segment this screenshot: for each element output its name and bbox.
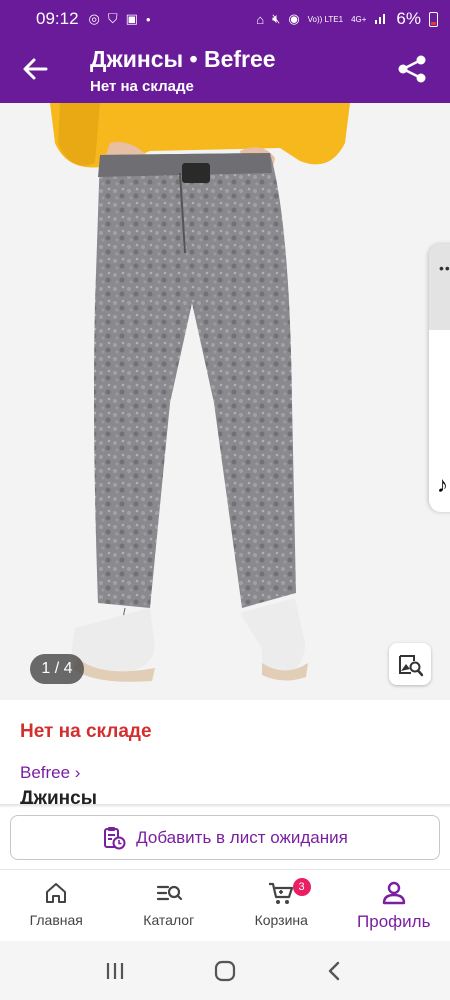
catalog-search-icon: [156, 885, 182, 901]
signal-bars-icon: [374, 11, 388, 28]
image-search-icon: [399, 655, 423, 677]
bottom-navigation: Главная Каталог 3 Корзина Профиль: [0, 869, 450, 941]
cart-count-badge: 3: [292, 878, 311, 896]
share-icon[interactable]: [396, 53, 428, 85]
action-divider: [0, 804, 450, 808]
notification-icons: ◎ ⛉ ▣ •: [89, 11, 151, 27]
home-icon: [46, 883, 67, 903]
back-arrow-icon[interactable]: [20, 54, 50, 84]
gallery-icon: ▣: [125, 11, 138, 26]
recent-apps-icon[interactable]: [103, 959, 127, 983]
system-icons: ⌂ 🔇︎ ◉ Vo)) LTE1 4G+ 6%: [256, 9, 438, 29]
product-image-gallery[interactable]: •• ♪ 1 / 4: [0, 103, 450, 700]
side-floating-panel[interactable]: •• ♪: [429, 244, 450, 512]
cart-icon: [269, 882, 294, 904]
status-time: 09:12: [36, 9, 79, 28]
nav-catalog-label: Каталог: [143, 912, 195, 928]
system-navigation-bar: [0, 941, 450, 1000]
product-screen: 09:12 ◎ ⛉ ▣ • ⌂ 🔇︎ ◉ Vo)) LTE1 4G+ 6% Дж…: [0, 0, 450, 1000]
back-button-icon[interactable]: [323, 959, 347, 983]
image-counter: 1 / 4: [30, 654, 84, 684]
shield-icon: ⛉: [107, 11, 118, 26]
music-note-icon[interactable]: ♪: [437, 472, 448, 498]
battery-saver-icon: ⌂: [256, 11, 265, 27]
page-subtitle: Нет на складе: [90, 78, 194, 95]
brand-link[interactable]: Befree ›: [20, 763, 80, 783]
status-bar: 09:12 ◎ ⛉ ▣ • ⌂ 🔇︎ ◉ Vo)) LTE1 4G+ 6%: [0, 0, 450, 38]
mute-icon: 🔇︎: [272, 11, 281, 26]
clipboard-clock-icon: [104, 826, 126, 849]
stock-status: Нет на складе: [20, 721, 152, 742]
add-to-waitlist-button[interactable]: Добавить в лист ожидания: [10, 815, 440, 860]
waitlist-label: Добавить в лист ожидания: [136, 827, 348, 847]
nav-cart[interactable]: 3 Корзина: [225, 870, 338, 941]
signal-text: Vo)) LTE1: [308, 15, 343, 24]
nav-home[interactable]: Главная: [0, 870, 113, 941]
nav-profile[interactable]: Профиль: [338, 870, 450, 941]
product-photo: [0, 103, 450, 700]
battery-icon: [429, 11, 438, 27]
battery-percent: 6%: [396, 9, 421, 28]
side-panel-header: [429, 244, 450, 330]
volte-label: Vo)) LTE1: [307, 14, 344, 24]
nav-home-label: Главная: [29, 912, 83, 928]
nav-cart-label: Корзина: [254, 912, 308, 928]
hotspot-icon: ◉: [288, 11, 300, 26]
app-bar: Джинсы • Befree Нет на складе: [0, 38, 450, 103]
image-search-button[interactable]: [389, 643, 431, 685]
dot-icon: •: [145, 11, 151, 27]
profile-icon: [382, 881, 405, 905]
sync-icon: ◎: [88, 11, 100, 26]
net-type: 4G+: [351, 14, 367, 24]
nav-catalog[interactable]: Каталог: [113, 870, 226, 941]
more-dots-icon[interactable]: ••: [439, 260, 450, 276]
page-title: Джинсы • Befree: [90, 46, 276, 72]
nav-profile-label: Профиль: [357, 912, 431, 931]
home-button-icon[interactable]: [212, 958, 238, 984]
